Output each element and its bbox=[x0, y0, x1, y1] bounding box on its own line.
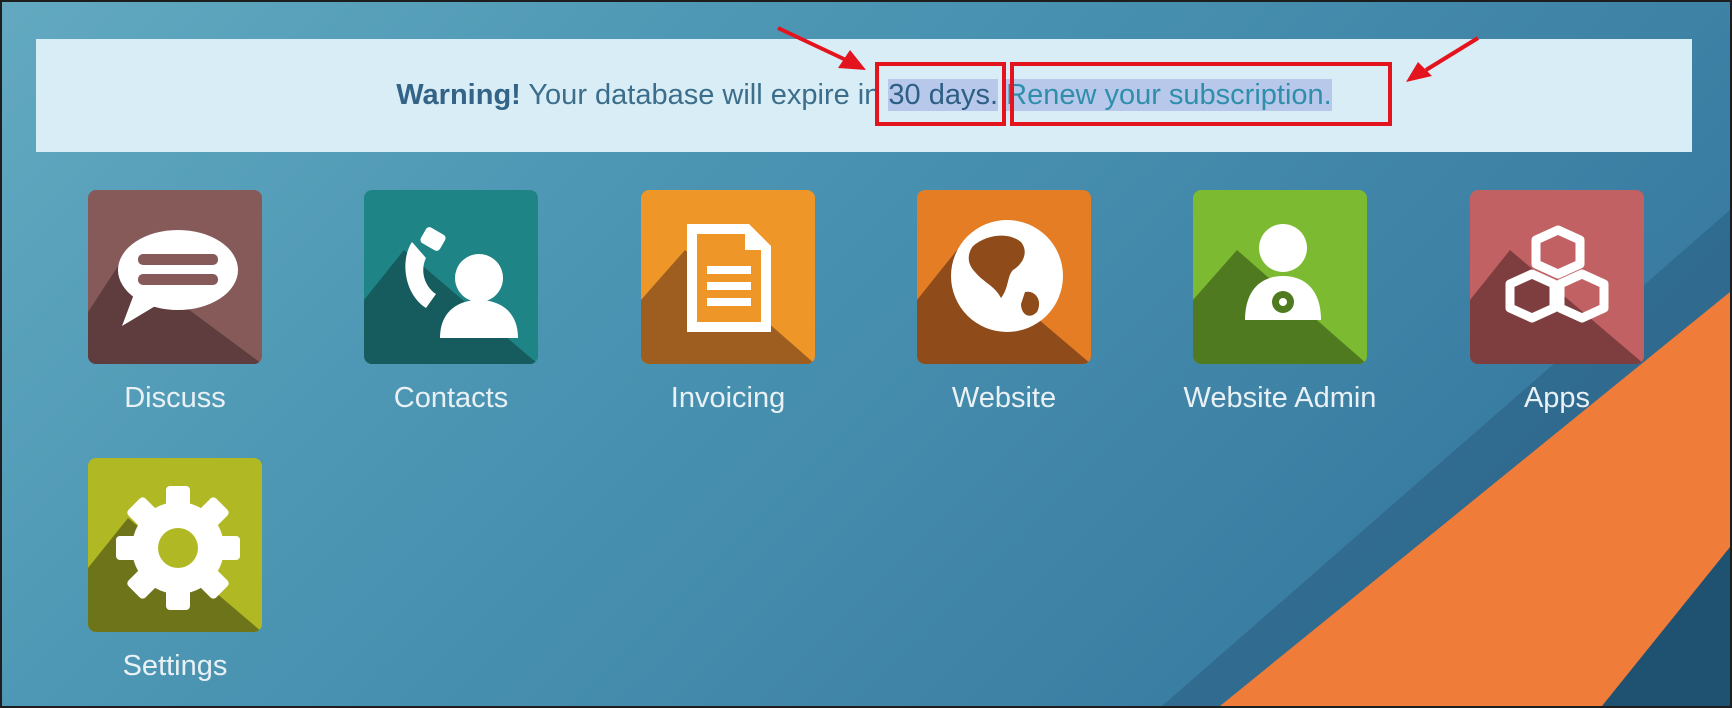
app-label-invoicing: Invoicing bbox=[670, 382, 786, 414]
app-tile-discuss[interactable] bbox=[88, 190, 262, 364]
app-website-admin[interactable]: Website Admin bbox=[1184, 190, 1376, 414]
app-label-website-admin: Website Admin bbox=[1183, 382, 1377, 414]
annotation-box-renew bbox=[1010, 62, 1392, 126]
home-screen: Warning! Your database will expire in 30… bbox=[0, 0, 1732, 708]
annotation-arrow-right bbox=[1406, 36, 1480, 82]
annotation-arrow-left bbox=[777, 26, 866, 70]
app-label-website: Website bbox=[951, 382, 1057, 414]
app-tile-website[interactable] bbox=[917, 190, 1091, 364]
globe-icon bbox=[951, 220, 1063, 332]
warning-label: Warning! bbox=[396, 79, 521, 111]
app-invoicing[interactable]: Invoicing bbox=[641, 190, 815, 414]
app-tile-apps[interactable] bbox=[1470, 190, 1644, 364]
app-tile-settings[interactable] bbox=[88, 458, 262, 632]
document-icon bbox=[687, 224, 771, 332]
app-tile-invoicing[interactable] bbox=[641, 190, 815, 364]
app-label-discuss: Discuss bbox=[124, 382, 226, 414]
warning-text: Your database will expire in bbox=[528, 79, 881, 111]
app-contacts[interactable]: Contacts bbox=[364, 190, 538, 414]
annotation-box-days bbox=[875, 62, 1006, 126]
app-label-apps: Apps bbox=[1523, 382, 1591, 414]
app-apps[interactable]: Apps bbox=[1470, 190, 1644, 414]
app-tile-website-admin[interactable] bbox=[1193, 190, 1367, 364]
app-website[interactable]: Website bbox=[917, 190, 1091, 414]
app-discuss[interactable]: Discuss bbox=[88, 190, 262, 414]
app-label-settings: Settings bbox=[122, 650, 228, 682]
app-tile-contacts[interactable] bbox=[364, 190, 538, 364]
gear-icon bbox=[116, 486, 240, 610]
app-label-contacts: Contacts bbox=[393, 382, 509, 414]
app-settings[interactable]: Settings bbox=[88, 458, 262, 682]
